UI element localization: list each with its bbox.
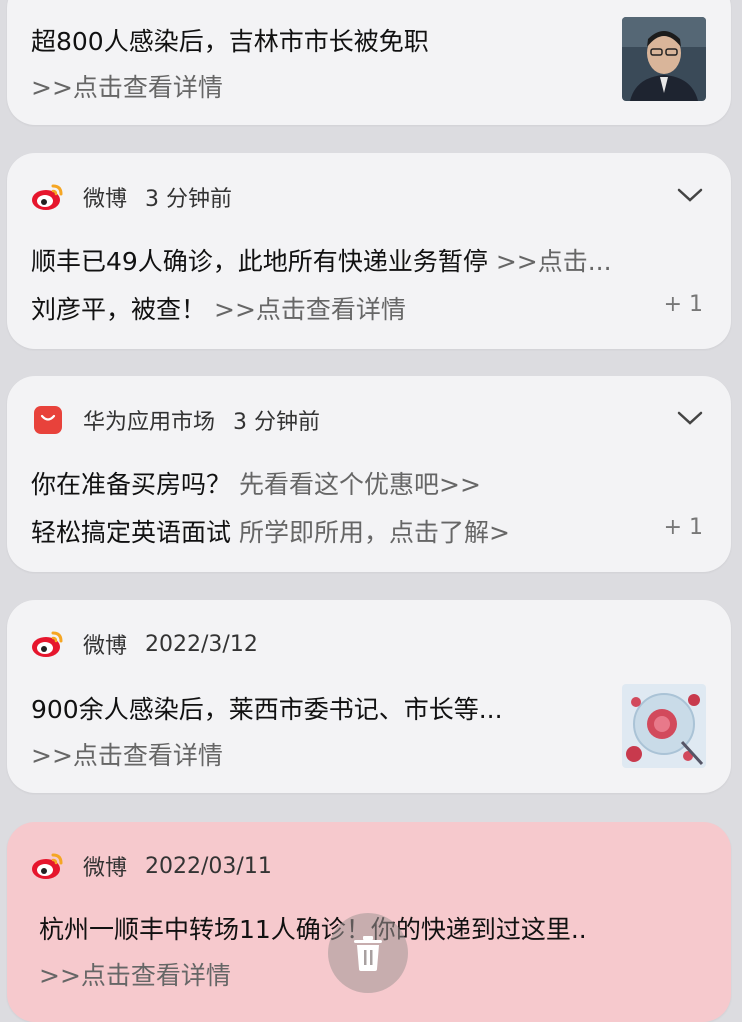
notification-card-3[interactable]: 华为应用市场 3 分钟前 你在准备买房吗？ 先看看这个优惠吧>> 轻松搞定英语面试… [7, 376, 731, 572]
notification-detail: >>点击查看详情 [39, 961, 231, 990]
notification-subtext: >>点击... [495, 247, 612, 276]
notification-time: 3 分钟前 [145, 187, 233, 212]
notification-detail: >>点击查看详情 [31, 73, 223, 102]
news-thumbnail-virus[interactable] [622, 684, 706, 768]
trash-icon [354, 936, 382, 971]
notification-line-1: 你在准备买房吗？ 先看看这个优惠吧>> [31, 465, 481, 501]
weibo-icon [32, 631, 63, 657]
app-name: 微博 [83, 856, 128, 881]
weibo-icon [32, 853, 63, 879]
news-thumbnail-portrait[interactable] [622, 17, 706, 101]
notification-subtext: 所学即所用，点击了解> [239, 518, 510, 547]
delete-button[interactable] [328, 913, 408, 993]
app-name: 华为应用市场 [83, 410, 216, 435]
notification-subtext: >>点击查看详情 [214, 295, 406, 324]
notification-title: 超800人感染后，吉林市市长被免职 [31, 27, 429, 56]
notification-time: 3 分钟前 [233, 410, 321, 435]
app-name: 微博 [83, 634, 128, 659]
notification-title: 900余人感染后，莱西市委书记、市长等... [31, 695, 503, 724]
more-count-badge: + 1 [663, 292, 703, 317]
notification-line-2: 刘彦平，被查！ >>点击查看详情 [31, 290, 406, 326]
weibo-icon [32, 184, 63, 210]
notification-header: 华为应用市场 3 分钟前 [31, 400, 320, 440]
notification-title: 轻松搞定英语面试 [31, 518, 232, 547]
huawei-appgallery-icon [34, 406, 62, 434]
notification-line-2: 轻松搞定英语面试 所学即所用，点击了解> [31, 513, 510, 549]
notification-detail: >>点击查看详情 [31, 741, 223, 770]
notification-line-1: 顺丰已49人确诊，此地所有快递业务暂停 >>点击... [31, 242, 703, 278]
app-name: 微博 [83, 187, 128, 212]
notification-title: 你在准备买房吗？ [31, 470, 232, 499]
notification-header: 微博 3 分钟前 [31, 177, 232, 217]
notification-card-2[interactable]: 微博 3 分钟前 顺丰已49人确诊，此地所有快递业务暂停 >>点击... 刘彦平，… [7, 153, 731, 349]
chevron-down-icon[interactable] [675, 183, 705, 207]
notification-subtext: 先看看这个优惠吧>> [239, 470, 481, 499]
notification-card-1[interactable]: 超800人感染后，吉林市市长被免职 >>点击查看详情 [7, 0, 731, 125]
notification-card-4[interactable]: 微博 2022/3/12 900余人感染后，莱西市委书记、市长等... >>点击… [7, 600, 731, 793]
notification-title: 刘彦平，被查！ [31, 295, 207, 324]
notification-header: 微博 2022/3/12 [31, 624, 258, 664]
notification-time: 2022/3/12 [145, 631, 258, 657]
notification-time: 2022/03/11 [145, 853, 272, 879]
notification-title: 顺丰已49人确诊，此地所有快递业务暂停 [31, 247, 488, 276]
more-count-badge: + 1 [663, 515, 703, 540]
chevron-down-icon[interactable] [675, 406, 705, 430]
notification-header: 微博 2022/03/11 [31, 846, 272, 886]
